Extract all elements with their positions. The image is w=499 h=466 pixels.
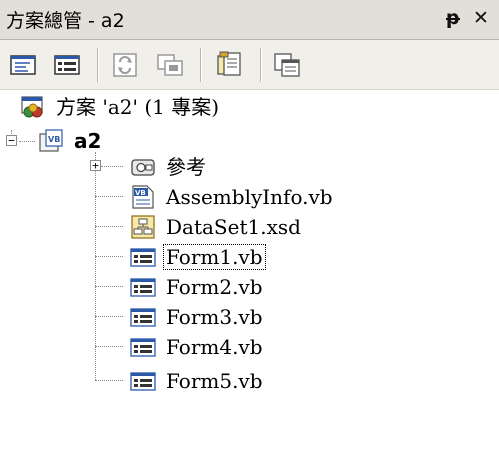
- tree-line: [19, 141, 35, 142]
- solution-explorer-toolbar: [0, 40, 499, 90]
- toolbar-separator: [200, 48, 202, 82]
- toolbar-separator: [97, 48, 99, 82]
- tree-line: [95, 196, 123, 197]
- window-title: 方案總管 - a2: [6, 10, 125, 32]
- show-all-files-icon: [157, 54, 183, 76]
- tree-line: [95, 380, 123, 381]
- tree-node-file[interactable]: Form5.vb: [130, 366, 470, 396]
- pin-icon[interactable]: ᵽ: [440, 5, 466, 31]
- tree-line: [95, 226, 123, 227]
- collapse-toggle[interactable]: −: [6, 135, 17, 146]
- svg-text:VB: VB: [48, 135, 60, 144]
- properties-icon: [217, 51, 241, 76]
- view-designer-button[interactable]: [52, 50, 82, 80]
- solution-icon: [21, 96, 43, 118]
- tree-node-label: Form1.vb: [163, 244, 266, 270]
- vb-project-icon: VB: [39, 129, 63, 152]
- form-icon: [130, 372, 156, 391]
- svg-text:VB: VB: [135, 189, 146, 197]
- tree-node-label: Form5.vb: [166, 369, 263, 393]
- refresh-button[interactable]: [110, 50, 140, 80]
- form-icon: [130, 248, 156, 267]
- tree-node-file[interactable]: DataSet1.xsd: [130, 212, 470, 242]
- tree-node-file[interactable]: Form4.vb: [130, 332, 470, 362]
- tree-node-file[interactable]: Form2.vb: [130, 272, 470, 302]
- tree-node-label: 方案 'a2' (1 專案): [56, 95, 220, 119]
- dataset-icon: [131, 215, 155, 239]
- show-all-files-button[interactable]: [155, 50, 185, 80]
- tree-line: [101, 166, 123, 167]
- tree-node-label: Form3.vb: [166, 305, 263, 329]
- form-icon: [130, 338, 156, 357]
- tree-node-file[interactable]: Form3.vb: [130, 302, 470, 332]
- tree-line: [95, 316, 123, 317]
- tree-node-label: 參考: [166, 155, 206, 179]
- tree-node-file[interactable]: VB AssemblyInfo.vb: [130, 182, 470, 212]
- view-code-icon: [10, 55, 36, 75]
- solution-explorer-titlebar: 方案總管 - a2 ᵽ ✕: [0, 0, 499, 40]
- tree-node-label: Form2.vb: [166, 275, 263, 299]
- vb-file-icon: VB: [132, 185, 154, 209]
- tree-line: [95, 286, 123, 287]
- tree-node-label: Form4.vb: [166, 335, 263, 359]
- view-designer-icon: [54, 55, 80, 75]
- tree-node-label: AssemblyInfo.vb: [166, 185, 333, 209]
- close-icon[interactable]: ✕: [468, 5, 494, 31]
- properties-button[interactable]: [214, 50, 244, 80]
- tree-node-file[interactable]: Form1.vb: [130, 242, 470, 272]
- tree-line: [95, 256, 123, 257]
- expand-toggle[interactable]: +: [90, 160, 101, 171]
- tree-line: [95, 346, 123, 347]
- tree-node-references[interactable]: 參考: [130, 152, 430, 182]
- copy-project-button[interactable]: [272, 50, 302, 80]
- tree-node-label: a2: [74, 129, 102, 153]
- view-code-button[interactable]: [8, 50, 38, 80]
- refresh-icon: [113, 53, 137, 77]
- toolbar-separator: [260, 48, 262, 82]
- form-icon: [130, 308, 156, 327]
- tree-node-solution[interactable]: 方案 'a2' (1 專案): [20, 92, 420, 122]
- form-icon: [130, 278, 156, 297]
- copy-project-icon: [274, 53, 300, 77]
- solution-tree: 方案 'a2' (1 專案) − VB a2 + 參考 VB AssemblyI…: [0, 90, 499, 466]
- references-icon: [131, 159, 155, 176]
- tree-node-label: DataSet1.xsd: [166, 215, 301, 239]
